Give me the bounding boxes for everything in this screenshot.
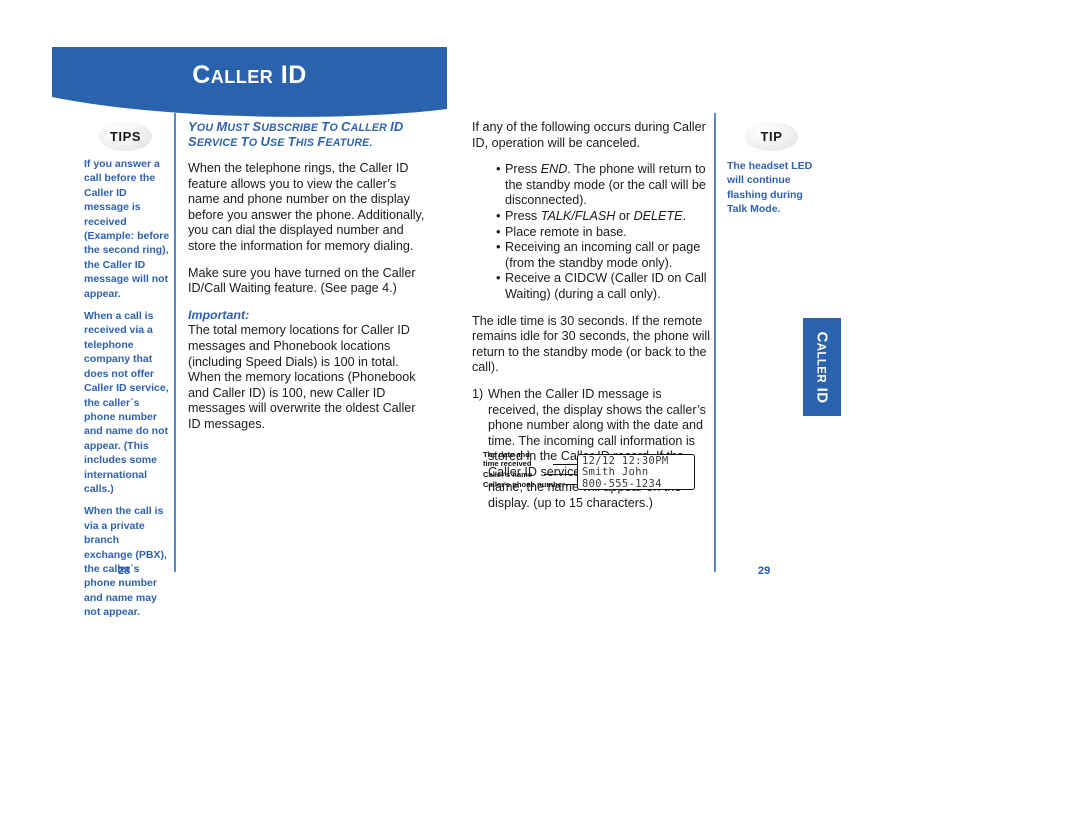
lcd-screen: 12/12 12:30PM Smith John 800-555-1234: [577, 454, 695, 490]
page-title: CALLER ID: [52, 61, 447, 90]
tips-paragraph-2: When a call is received via a telephone …: [84, 310, 169, 495]
right-page-column-divider: [714, 113, 716, 572]
tips-sidebar-text: If you answer a call before the Caller I…: [84, 157, 170, 628]
leader-line-name: [544, 474, 581, 475]
left-page-column-divider: [174, 113, 176, 572]
lcd-line-number: 800-555-1234: [582, 477, 662, 490]
lcd-label-caller-name: Caller's name: [483, 470, 533, 479]
left-page-body-column: YOU MUST SUBSCRIBE TO CALLER ID SERVICE …: [188, 120, 431, 433]
tip-paragraph: The headset LED will continue flashing d…: [727, 160, 813, 216]
tips-badge: TIPS: [99, 122, 152, 151]
subscribe-notice: YOU MUST SUBSCRIBE TO CALLER ID SERVICE …: [188, 119, 404, 150]
section-tab-caller-id: CALLER ID: [803, 318, 841, 416]
manual-page-spread: CALLER ID TIPS If you answer a call befo…: [0, 0, 1080, 834]
list-item: Receive a CIDCW (Caller ID on Call Waiti…: [496, 270, 712, 302]
intro-paragraph: When the telephone rings, the Caller ID …: [188, 161, 425, 253]
section-tab-label: CALLER ID: [813, 331, 831, 403]
step-number: 1): [472, 386, 484, 401]
tips-paragraph-1: If you answer a call before the Caller I…: [84, 158, 170, 300]
tips-badge-label: TIPS: [109, 129, 142, 144]
important-paragraph: The total memory locations for Caller ID…: [188, 323, 416, 431]
list-item: Place remote in base.: [496, 224, 712, 241]
cancel-conditions-list: Press END. The phone will return to the …: [472, 161, 712, 302]
list-item: Press TALK/FLASH or DELETE.: [496, 208, 712, 225]
lcd-display-figure: The date and time received Caller's name …: [481, 449, 701, 497]
list-item: Receiving an incoming call or page (from…: [496, 239, 712, 271]
idle-time-paragraph: The idle time is 30 seconds. If the remo…: [472, 313, 711, 375]
important-label: Important:: [188, 307, 250, 322]
lcd-label-caller-number: Caller's phone number: [483, 480, 565, 489]
tip-badge: TIP: [745, 122, 798, 151]
page-number-right: 29: [758, 565, 771, 577]
page-title-text: CALLER ID: [192, 61, 307, 89]
cancel-intro-paragraph: If any of the following occurs during Ca…: [472, 120, 706, 150]
tip-sidebar-text: The headset LED will continue flashing d…: [727, 159, 819, 217]
list-item: Press END. The phone will return to the …: [496, 161, 712, 209]
page-header-banner: CALLER ID: [52, 47, 447, 119]
lcd-label-date-time: The date and time received: [483, 450, 532, 469]
tip-badge-label: TIP: [760, 129, 783, 144]
call-waiting-paragraph: Make sure you have turned on the Caller …: [188, 265, 416, 296]
tips-paragraph-3: When the call is via a private branch ex…: [84, 505, 167, 619]
important-block: Important: The total memory locations fo…: [188, 308, 431, 433]
page-number-left: 28: [118, 565, 131, 577]
